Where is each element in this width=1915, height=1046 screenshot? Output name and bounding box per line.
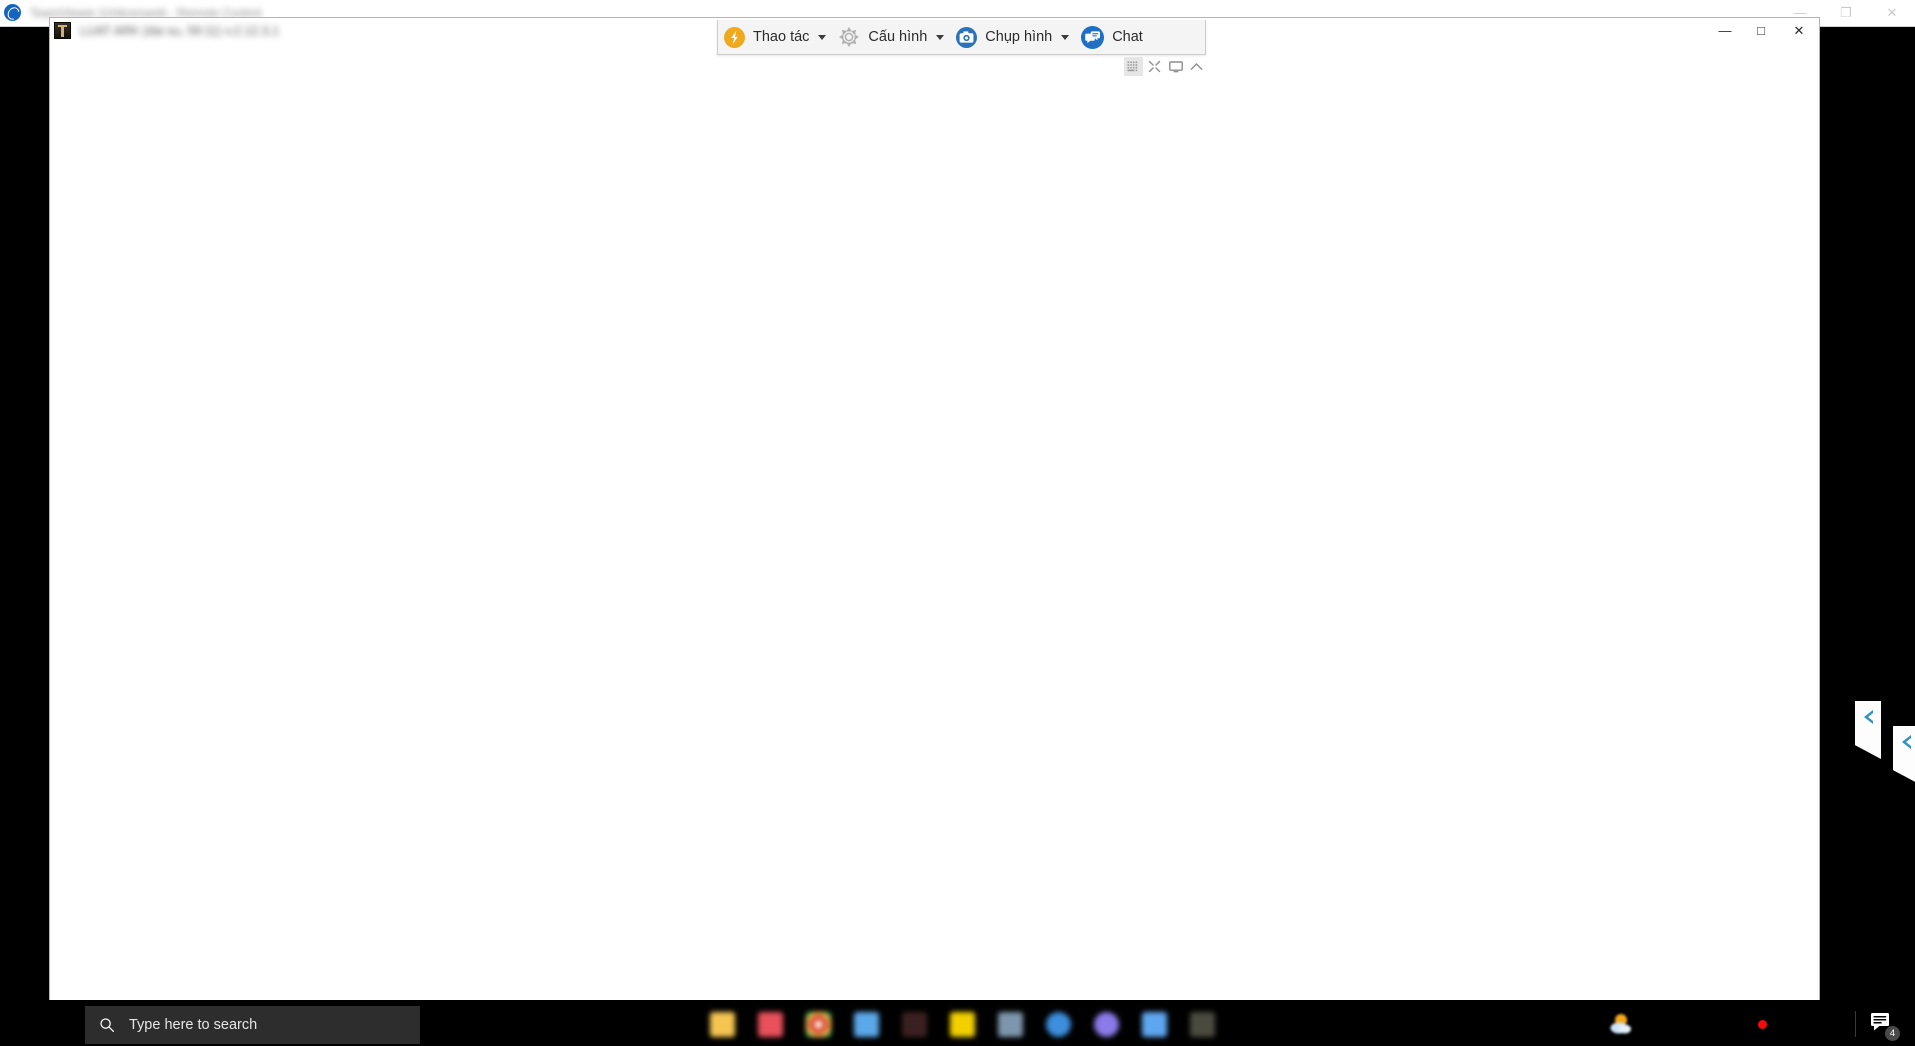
- windows-taskbar: Type here to search 4: [0, 1000, 1915, 1046]
- purple-app-icon[interactable]: [1094, 1011, 1119, 1037]
- host-restore-button[interactable]: ❐: [1823, 0, 1869, 25]
- toolbar-label-actions: Thao tác: [753, 29, 810, 45]
- pdf-reader-icon[interactable]: [758, 1011, 783, 1037]
- action-center-badge: 4: [1884, 1025, 1901, 1042]
- remote-screen-canvas[interactable]: [50, 43, 1819, 1027]
- search-input[interactable]: Type here to search: [85, 1006, 420, 1044]
- remote-control-toolbar: Thao tác Cấu hình Chụp hình Chat: [717, 20, 1206, 55]
- gear-icon: [838, 26, 860, 48]
- chat-bubble-icon: [1081, 25, 1105, 49]
- remote-maximize-button[interactable]: □: [1743, 18, 1779, 43]
- remote-session-title: LUAT ARK (dai su, 59:11) v.2.12.3.1: [80, 23, 280, 38]
- keyboard-grid-icon[interactable]: [1124, 57, 1143, 76]
- remote-close-button[interactable]: ✕: [1779, 18, 1819, 43]
- red-dot-icon[interactable]: [1758, 1019, 1767, 1029]
- toolbar-caret-actions[interactable]: [812, 21, 832, 54]
- remote-window-controls: — □ ✕: [1707, 18, 1819, 43]
- yellow-app-icon[interactable]: [950, 1011, 975, 1037]
- save-app-icon[interactable]: [1142, 1011, 1167, 1037]
- toolbar-label-settings: Cấu hình: [868, 29, 928, 45]
- globe-app-icon[interactable]: [1046, 1011, 1071, 1037]
- toolbar-item-chat[interactable]: Chat: [1075, 21, 1146, 54]
- monitor-icon[interactable]: [1166, 57, 1185, 76]
- terminal-app-icon[interactable]: [1190, 1011, 1215, 1037]
- system-tray: 4: [1608, 1005, 1915, 1043]
- compass-icon: [4, 4, 21, 21]
- toolbar-item-settings[interactable]: Cấu hình: [832, 21, 930, 54]
- remote-desktop-icon: [54, 22, 71, 39]
- toolbar-subtray: [1124, 57, 1206, 76]
- file-explorer-icon[interactable]: [710, 1011, 735, 1037]
- host-close-button[interactable]: ✕: [1869, 0, 1915, 25]
- toolbar-caret-screenshot[interactable]: [1055, 21, 1075, 54]
- screen-root: TeamViewer (Unlicensed) - Remote Control…: [0, 0, 1915, 1046]
- remote-session-window: LUAT ARK (dai su, 59:11) v.2.12.3.1 — □ …: [49, 17, 1820, 1028]
- chrome-icon[interactable]: [806, 1011, 831, 1037]
- sun-cloud-icon[interactable]: [1608, 1011, 1638, 1037]
- toolbar-item-actions[interactable]: Thao tác: [718, 21, 812, 54]
- remote-minimize-button[interactable]: —: [1707, 18, 1743, 43]
- search-placeholder: Type here to search: [129, 1017, 258, 1033]
- toolbar-caret-settings[interactable]: [930, 21, 950, 54]
- paint-app-icon[interactable]: [998, 1011, 1023, 1037]
- chevron-left-icon: [1863, 710, 1873, 724]
- toolbar-label-chat: Chat: [1112, 29, 1143, 45]
- toolbar-item-screenshot[interactable]: Chụp hình: [950, 21, 1055, 54]
- camera-icon: [956, 26, 978, 48]
- blue-app-icon[interactable]: [854, 1011, 879, 1037]
- search-icon: [85, 1006, 129, 1044]
- chevron-up-icon[interactable]: [1187, 57, 1206, 76]
- toolbar-label-screenshot: Chụp hình: [985, 29, 1053, 45]
- lightning-bolt-icon: [724, 26, 745, 48]
- tray-divider: [1855, 1011, 1856, 1037]
- chevron-left-icon: [1901, 735, 1911, 749]
- taskbar-pinned-apps: [710, 1005, 1215, 1043]
- panel-tab-1[interactable]: [1855, 701, 1881, 759]
- action-center-icon[interactable]: 4: [1869, 1009, 1901, 1042]
- expand-arrows-icon[interactable]: [1145, 57, 1164, 76]
- panel-tab-2[interactable]: [1893, 726, 1915, 784]
- dark-red-app-icon[interactable]: [902, 1011, 927, 1037]
